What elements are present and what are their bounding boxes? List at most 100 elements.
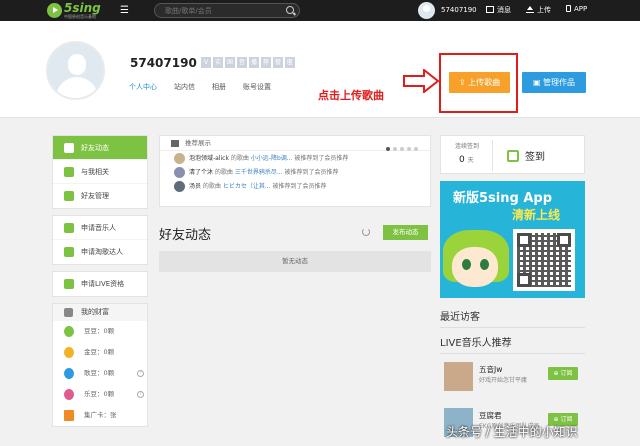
- mascot-eye: [480, 259, 489, 270]
- app-promo-banner[interactable]: 新版5sing App 清新上线: [440, 181, 585, 298]
- main-feed: 推荐展示 泡泡领域-alick 的歌曲 小小远-降b调... 被推荐到了会员推荐…: [159, 135, 431, 272]
- rec-song[interactable]: 三千世界鸦杀尽...: [235, 169, 283, 176]
- mascot-face: [452, 247, 498, 287]
- user-avatar[interactable]: [46, 41, 105, 100]
- rec-song[interactable]: ヒビカセ（让其...: [223, 183, 271, 190]
- user-add-icon: [64, 247, 74, 257]
- manage-icon: ▣: [532, 78, 544, 87]
- sidebar-item-friend-manage[interactable]: 好友管理: [53, 184, 147, 208]
- manage-works-label: 管理作品: [543, 78, 576, 87]
- bean-icon: [64, 326, 74, 337]
- checkin-panel: 连续签到 0 天 签到: [440, 135, 585, 174]
- tab-personal-center[interactable]: 个人中心: [129, 82, 157, 92]
- live-recommend-title: LIVE音乐人推荐: [440, 334, 585, 354]
- badge[interactable]: 管: [273, 57, 283, 68]
- recommend-header: 推荐展示: [160, 136, 430, 151]
- refresh-icon[interactable]: [362, 228, 370, 236]
- tab-inbox[interactable]: 站内信: [174, 82, 195, 92]
- rec-text: 的歌曲: [228, 155, 251, 162]
- qr-marker: [517, 233, 531, 247]
- wealth-item: 歌豆：0颗?: [53, 363, 147, 384]
- avatar: [174, 153, 185, 164]
- checkin-days-unit: 天: [467, 157, 474, 164]
- badge[interactable]: 匿: [285, 57, 295, 68]
- mascot-eye: [462, 259, 471, 270]
- checkin-button-label: 签到: [525, 152, 545, 163]
- tab-account-settings[interactable]: 账号设置: [243, 82, 271, 92]
- user-icon: [64, 191, 74, 201]
- rec-user[interactable]: 汤员: [189, 183, 201, 190]
- badge[interactable]: 播: [249, 57, 259, 68]
- qr-marker: [517, 273, 531, 287]
- avatar-head: [68, 54, 86, 75]
- wealth-item: 集广卡：张: [53, 405, 147, 426]
- wealth-header: 我的财富: [53, 304, 147, 321]
- checkin-days: 0 天: [459, 155, 474, 165]
- badge[interactable]: 实: [213, 57, 223, 68]
- list-item[interactable]: 汤员 的歌曲 ヒビカセ（让其... 被推荐到了会员推荐: [160, 180, 430, 193]
- search-icon[interactable]: [286, 6, 294, 14]
- sidebar-item-apply-live[interactable]: 申请LIVE资格: [53, 272, 147, 296]
- recent-visitors-title: 最近访客: [440, 308, 585, 328]
- upload-link[interactable]: 上传: [526, 5, 551, 15]
- menu-icon[interactable]: ☰: [120, 5, 132, 16]
- wealth-item: 乐豆：0颗?: [53, 384, 147, 405]
- help-icon[interactable]: ?: [137, 370, 144, 377]
- rec-user[interactable]: 清了个沐: [189, 169, 213, 176]
- empty-state: 暂无动态: [159, 251, 431, 272]
- upload-label: 上传: [537, 6, 551, 14]
- badge[interactable]: 国: [225, 57, 235, 68]
- rec-text: 的歌曲: [213, 169, 235, 176]
- tab-album[interactable]: 相册: [212, 82, 226, 92]
- card-icon: [64, 410, 74, 421]
- manage-works-button[interactable]: ▣ 管理作品: [522, 72, 586, 93]
- wealth-label: 集广卡：张: [84, 411, 117, 419]
- subscribe-button[interactable]: ⊕ 订阅: [548, 367, 578, 380]
- app-link[interactable]: APP: [566, 5, 587, 13]
- badge[interactable]: V: [201, 57, 211, 68]
- rec-text: 的歌曲: [201, 183, 223, 190]
- messages-label: 消息: [497, 6, 511, 14]
- wealth-label: 金豆：0颗: [84, 348, 115, 356]
- checkin-label: 连续签到: [455, 143, 480, 150]
- annotation-hint: 点击上传歌曲: [318, 89, 384, 102]
- publish-button[interactable]: 发布动态: [383, 225, 428, 240]
- user-avatar-small[interactable]: [418, 2, 435, 19]
- feed-title-row: 好友动态 发布动态: [159, 216, 431, 251]
- live-user-item: 五音Jw 好戏开始怎甘平庸 ⊕ 订阅: [440, 360, 585, 400]
- sidebar-item-apply-musician[interactable]: 申请音乐人: [53, 216, 147, 240]
- avatar-body: [56, 77, 98, 98]
- help-icon[interactable]: ?: [137, 391, 144, 398]
- heart-icon: [64, 167, 74, 177]
- subscribe-label: 订阅: [560, 370, 573, 377]
- megaphone-icon: [171, 140, 179, 147]
- badge[interactable]: 音: [237, 57, 247, 68]
- 5sing-logo[interactable]: 5sing 中国原创音乐基地: [47, 1, 107, 19]
- avatar[interactable]: [444, 362, 473, 391]
- live-user-desc: 好戏开始怎甘平庸: [479, 377, 528, 384]
- profile-header: 57407190 V实国音播荐管匿 个人中心 站内信 相册 账号设置: [0, 21, 640, 118]
- list-item[interactable]: 清了个沐 的歌曲 三千世界鸦杀尽... 被推荐到了会员推荐: [160, 166, 430, 179]
- sidebar-item-label: 好友管理: [81, 192, 109, 200]
- qr-marker: [557, 233, 571, 247]
- sidebar-item-label: 与我相关: [81, 168, 109, 176]
- search-box: [154, 3, 300, 18]
- messages-link[interactable]: 消息: [486, 5, 511, 15]
- profile-tabs: 个人中心 站内信 相册 账号设置: [129, 82, 288, 92]
- wealth-item: 豆豆：0颗: [53, 321, 147, 342]
- qr-pattern: [517, 233, 571, 287]
- rec-song[interactable]: 小小远-降b调...: [251, 155, 293, 162]
- live-user-name[interactable]: 五音Jw: [479, 364, 502, 375]
- sidebar-item-friend-feed[interactable]: 好友动态: [53, 136, 147, 160]
- sidebar-item-related[interactable]: 与我相关: [53, 160, 147, 184]
- rec-user[interactable]: 泡泡领域-alick: [189, 155, 229, 162]
- wealth-title: 我的财富: [81, 308, 109, 316]
- live-user-name[interactable]: 豆腐君: [479, 410, 502, 421]
- wealth-item: 金豆：0颗: [53, 342, 147, 363]
- sidebar-item-apply-talent[interactable]: 申请淘歌达人: [53, 240, 147, 264]
- badge[interactable]: 荐: [261, 57, 271, 68]
- search-input[interactable]: [165, 5, 280, 16]
- top-username[interactable]: 57407190: [441, 6, 477, 14]
- list-item[interactable]: 泡泡领域-alick 的歌曲 小小远-降b调... 被推荐到了会员推荐: [160, 152, 430, 165]
- checkin-button[interactable]: 签到: [507, 148, 545, 163]
